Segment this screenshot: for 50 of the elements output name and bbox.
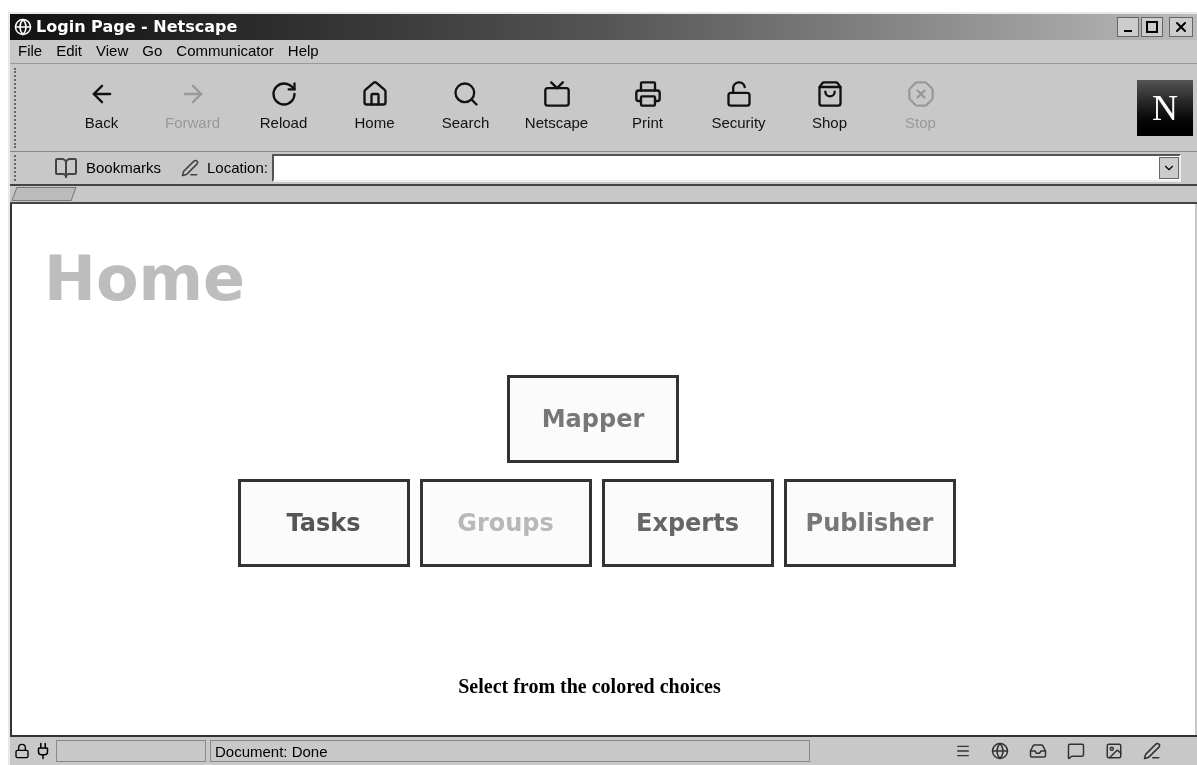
pen-icon (181, 159, 200, 177)
inbox-icon[interactable] (1029, 742, 1047, 760)
toolbar-button[interactable]: Home (329, 80, 420, 135)
toolbar-button[interactable]: Netscape (511, 80, 602, 135)
menu-item[interactable]: Communicator (176, 40, 274, 63)
minimize-button[interactable] (1117, 17, 1139, 37)
reload-icon (269, 80, 298, 109)
toolbar-button[interactable]: Shop (784, 80, 875, 135)
menu-item[interactable]: File (18, 40, 43, 63)
chat-icon[interactable] (1067, 742, 1085, 760)
location-field[interactable] (271, 154, 1181, 182)
netscape-logo: N (1137, 79, 1193, 136)
instruction-text: Select from the colored choices (458, 674, 721, 699)
list-icon[interactable] (955, 743, 971, 759)
close-icon (1173, 19, 1189, 35)
choice-button[interactable]: Tasks (237, 479, 410, 567)
page-heading: Home (44, 242, 246, 315)
stop-icon (906, 80, 935, 109)
padlock-icon (14, 743, 30, 759)
book-icon (54, 156, 78, 180)
home-icon (360, 80, 389, 109)
pen-icon[interactable] (1143, 742, 1161, 760)
toolbar-button[interactable]: Reload (238, 80, 329, 135)
toolbar-button[interactable]: Security (693, 80, 784, 135)
window-title: Login Page - Netscape (36, 16, 238, 38)
toolbar-button[interactable]: Search (420, 80, 511, 135)
status-text: Document: Done (210, 740, 810, 762)
maximize-button[interactable] (1141, 17, 1163, 37)
globe-icon[interactable] (991, 742, 1009, 760)
location-label: Location: (207, 157, 268, 178)
menu-item[interactable]: Edit (56, 40, 83, 63)
tab-grip[interactable] (11, 187, 77, 201)
toolbar-button[interactable]: Back (56, 80, 147, 135)
toolbar-button[interactable]: Print (602, 80, 693, 135)
picture-icon[interactable] (1105, 742, 1123, 760)
menu-item[interactable]: Help (287, 40, 319, 63)
choice-button[interactable]: Publisher (783, 479, 956, 567)
padlock-icon (724, 80, 753, 109)
menu-item[interactable]: View (96, 40, 129, 63)
choice-button[interactable]: Mapper (507, 375, 679, 463)
tv-icon (542, 80, 571, 109)
search-icon (451, 80, 480, 109)
dropdown-button[interactable] (1159, 157, 1179, 179)
close-button[interactable] (1169, 17, 1193, 37)
choice-button[interactable]: Experts (601, 479, 774, 567)
netscape-icon (14, 18, 32, 36)
bookmarks-button[interactable]: Bookmarks (86, 156, 162, 180)
menu-item[interactable]: Go (142, 40, 163, 63)
bag-icon (815, 80, 844, 109)
printer-icon (633, 80, 662, 109)
